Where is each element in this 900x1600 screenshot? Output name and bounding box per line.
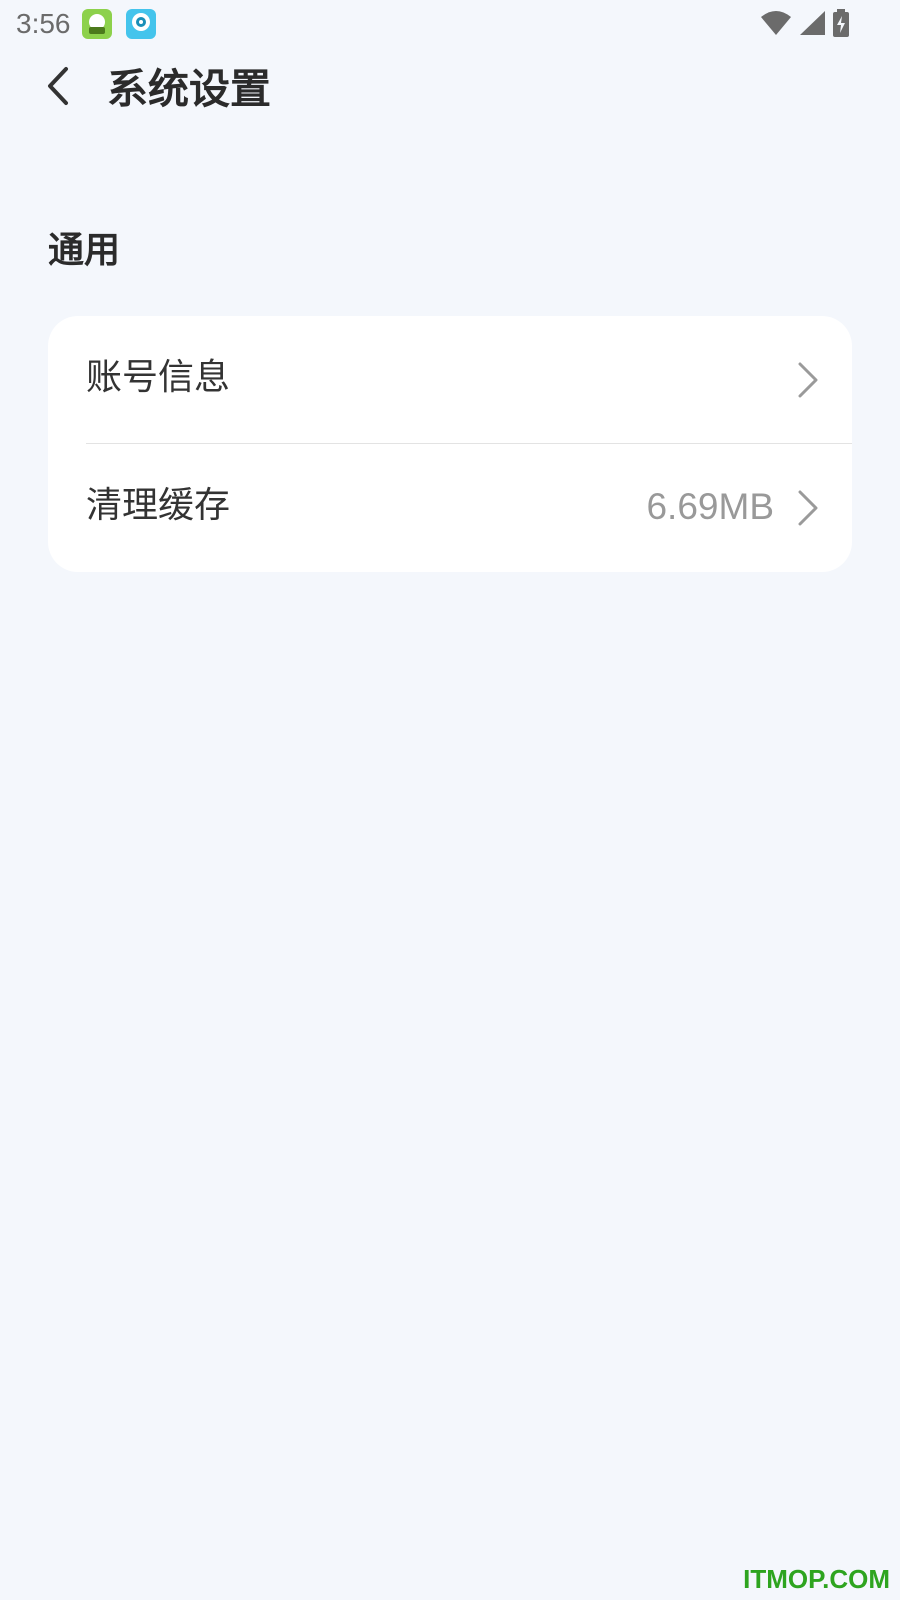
page-title: 系统设置 [107,65,271,113]
chevron-right-icon [796,361,820,399]
chevron-right-icon [796,489,820,527]
app-notification-icon [126,9,156,39]
clear-cache-item[interactable]: 清理缓存 6.69MB [48,444,852,572]
chevron-left-icon [46,66,70,110]
system-status-icons [760,8,850,42]
watermark: ITMOP.COM [743,1564,890,1594]
signal-icon [798,10,826,40]
cache-size-value: 6.69MB [646,486,774,527]
clear-cache-label: 清理缓存 [86,485,231,526]
account-info-label: 账号信息 [86,357,231,398]
wifi-icon [760,10,792,40]
status-time: 3:56 [16,8,71,39]
app-notification-icon [82,9,112,39]
battery-charging-icon [832,8,850,42]
settings-card: 账号信息 清理缓存 6.69MB [48,316,852,572]
account-info-item[interactable]: 账号信息 [48,316,852,444]
status-bar: 3:56 [0,0,900,48]
back-button[interactable] [36,63,80,113]
header: 系统设置 [0,55,900,125]
section-title: 通用 [48,230,121,271]
